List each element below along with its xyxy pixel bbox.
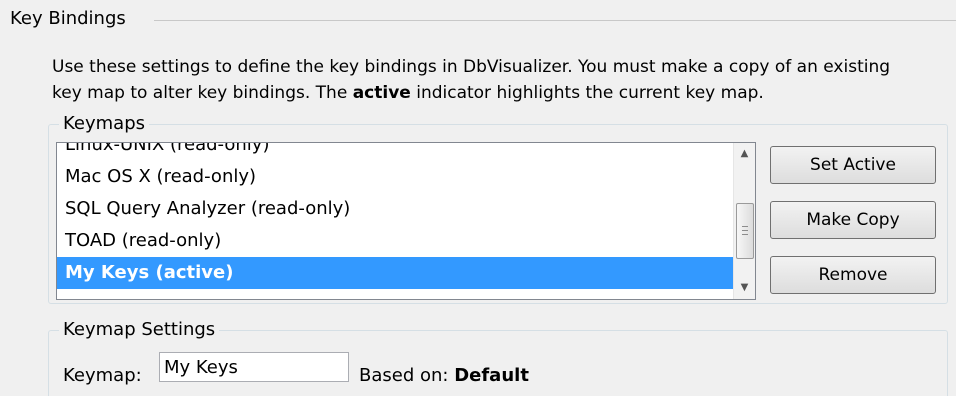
remove-button[interactable]: Remove [770, 256, 936, 294]
description-line-2-end: indicator highlights the current key map… [410, 83, 764, 103]
description-active-word: active [352, 83, 411, 103]
description-line-1: Use these settings to define the key bin… [52, 57, 891, 77]
section-divider [154, 20, 956, 21]
description-line-2-start: key map to alter key bindings. The [52, 83, 353, 103]
based-on-value: Default [454, 365, 529, 386]
keymap-item[interactable]: Linux-UNIX (read-only) [57, 143, 734, 161]
scroll-thumb[interactable] [736, 203, 754, 259]
keymap-settings-legend: Keymap Settings [59, 318, 220, 342]
keymap-settings-group: Keymap Settings Keymap: Based on: Defaul… [48, 318, 948, 396]
keymaps-list-items: Linux-UNIX (read-only) Mac OS X (read-onl… [57, 143, 734, 289]
description: Use these settings to define the key bin… [52, 54, 932, 106]
keymaps-scrollbar[interactable]: ▲ ▼ [733, 143, 755, 299]
description-line-2: key map to alter key bindings. The activ… [52, 80, 932, 106]
keymap-name-input[interactable] [159, 352, 349, 382]
keymap-item[interactable]: TOAD (read-only) [57, 225, 734, 257]
key-bindings-panel: Key Bindings Use these settings to defin… [0, 0, 956, 396]
keymaps-group: Keymaps Linux-UNIX (read-only) Mac OS X (… [48, 112, 948, 304]
scroll-up-icon[interactable]: ▲ [734, 143, 755, 165]
grip-line [742, 234, 748, 235]
grip-line [742, 230, 748, 231]
scroll-down-icon[interactable]: ▼ [734, 277, 755, 299]
keymap-item-selected[interactable]: My Keys (active) [57, 257, 734, 289]
keymap-item[interactable]: Mac OS X (read-only) [57, 161, 734, 193]
keymap-item[interactable]: SQL Query Analyzer (read-only) [57, 193, 734, 225]
keymaps-list[interactable]: Linux-UNIX (read-only) Mac OS X (read-onl… [56, 142, 756, 300]
keymap-label: Keymap: [63, 365, 142, 386]
based-on-text: Based on: Default [359, 359, 529, 393]
grip-line [742, 226, 748, 227]
set-active-button[interactable]: Set Active [770, 146, 936, 184]
key-bindings-header: Key Bindings [10, 8, 956, 32]
based-on-label: Based on: [359, 365, 449, 386]
keymaps-legend: Keymaps [59, 112, 150, 136]
section-title: Key Bindings [10, 8, 126, 29]
make-copy-button[interactable]: Make Copy [770, 201, 936, 239]
